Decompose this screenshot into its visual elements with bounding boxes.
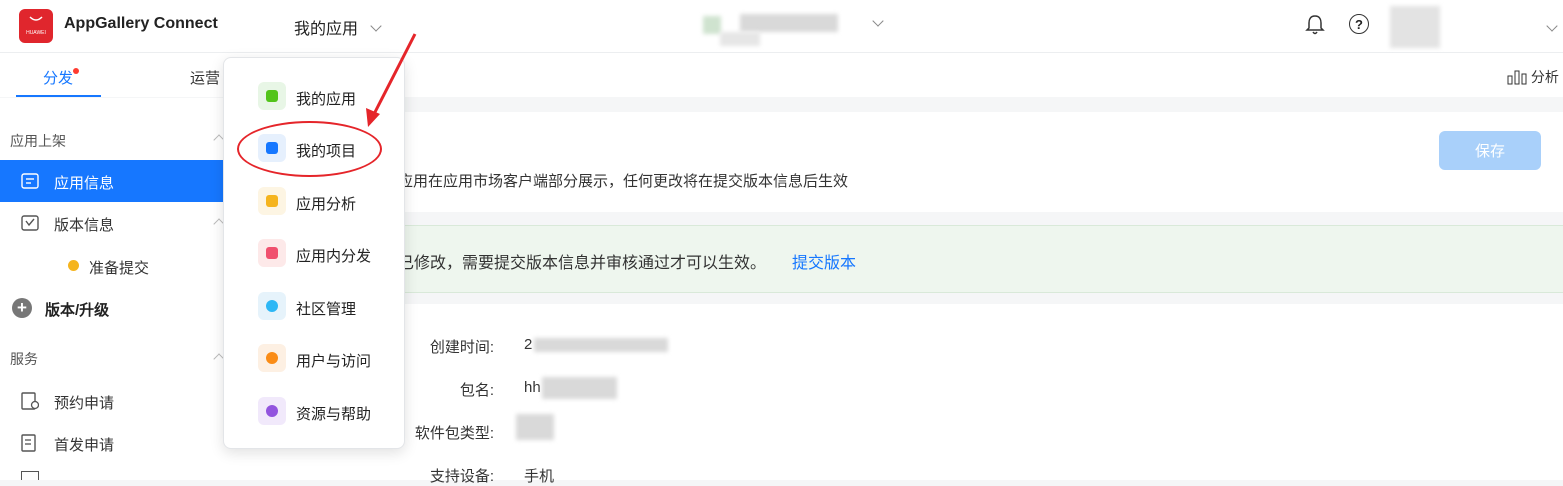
- app-selector-icon: [703, 16, 721, 34]
- sidebar-status-ready[interactable]: 准备提交: [89, 257, 149, 278]
- status-dot: [68, 260, 79, 271]
- redacted-package-name: [542, 377, 617, 399]
- menu-item-label: 应用分析: [296, 196, 357, 213]
- sidebar-item-reservation[interactable]: 预约申请: [0, 380, 250, 422]
- menu-item-label: 用户与访问: [296, 353, 372, 370]
- analysis-link[interactable]: 分析: [1507, 67, 1559, 87]
- submit-version-link[interactable]: 提交版本: [792, 249, 856, 273]
- sidebar-item-first-launch[interactable]: 首发申请: [0, 422, 250, 464]
- section-app-listing: 应用上架: [10, 133, 66, 149]
- in-app-distribution-icon: [258, 239, 286, 267]
- menu-item-in-app-distribution[interactable]: 应用内分发: [258, 239, 398, 269]
- app-title: AppGallery Connect: [64, 15, 218, 32]
- analysis-label: 分析: [1530, 69, 1559, 85]
- app-selector-name[interactable]: [740, 14, 838, 32]
- redacted-created-time: [534, 338, 668, 352]
- menu-item-label: 资源与帮助: [296, 406, 372, 423]
- community-icon: [258, 292, 286, 320]
- resources-help-icon: [258, 397, 286, 425]
- huawei-logo[interactable]: HUAWEI: [19, 9, 53, 43]
- version-upgrade-label[interactable]: 版本/升级: [45, 299, 109, 320]
- sidebar-item-label: 预约申请: [54, 395, 115, 412]
- menu-item-resources-help[interactable]: 资源与帮助: [258, 397, 398, 427]
- app-info-card: [250, 112, 1563, 212]
- field-value-created-time: 2: [524, 336, 533, 353]
- active-tab-indicator: [16, 95, 101, 97]
- field-value-supported-devices: 手机: [524, 468, 555, 485]
- info-description: 应用在应用市场客户端部分展示，任何更改将在提交版本信息后生效: [398, 173, 849, 190]
- notification-dot: [73, 68, 79, 74]
- my-apps-icon: [258, 82, 286, 110]
- reservation-icon: [21, 392, 39, 410]
- tab-distribution[interactable]: 分发: [43, 67, 73, 88]
- app-selector-name-2: [720, 32, 760, 46]
- notification-bell-icon[interactable]: [1305, 14, 1325, 36]
- menu-item-label: 应用内分发: [296, 248, 372, 265]
- first-launch-icon: [21, 434, 36, 452]
- sidebar-item-label: 应用信息: [54, 175, 115, 192]
- sidebar-next-icon: [21, 471, 39, 480]
- menu-item-community[interactable]: 社区管理: [258, 292, 398, 322]
- redacted-package-type: [516, 414, 554, 440]
- sidebar-item-app-info[interactable]: 应用信息: [0, 160, 250, 202]
- tab-operations[interactable]: 运营: [190, 67, 220, 88]
- menu-item-label: 社区管理: [296, 301, 357, 318]
- banner-text: 已修改，需要提交版本信息并审核通过才可以生效。: [398, 255, 767, 272]
- sidebar-item-label: 首发申请: [54, 437, 115, 454]
- menu-item-users-access[interactable]: 用户与访问: [258, 344, 398, 374]
- plus-circle-icon[interactable]: +: [12, 298, 32, 318]
- my-apps-label: 我的应用: [294, 21, 359, 38]
- svg-text:HUAWEI: HUAWEI: [26, 30, 46, 36]
- app-analysis-icon: [258, 187, 286, 215]
- save-button[interactable]: 保存: [1439, 131, 1541, 170]
- field-value-package-name: hh: [524, 379, 541, 396]
- app-info-icon: [21, 173, 39, 189]
- help-icon[interactable]: ?: [1349, 14, 1369, 34]
- bar-chart-icon: [1507, 70, 1527, 85]
- version-info-icon: [21, 215, 39, 231]
- section-services: 服务: [10, 351, 38, 367]
- field-label-supported-devices: 支持设备:: [429, 468, 494, 485]
- huawei-logo-icon: HUAWEI: [26, 16, 46, 36]
- users-access-icon: [258, 344, 286, 372]
- menu-item-label: 我的应用: [296, 91, 357, 108]
- user-avatar[interactable]: [1390, 6, 1440, 48]
- annotation-arrow-icon: [366, 33, 417, 127]
- sidebar-item-label: 版本信息: [54, 217, 115, 234]
- menu-item-app-analysis[interactable]: 应用分析: [258, 187, 398, 217]
